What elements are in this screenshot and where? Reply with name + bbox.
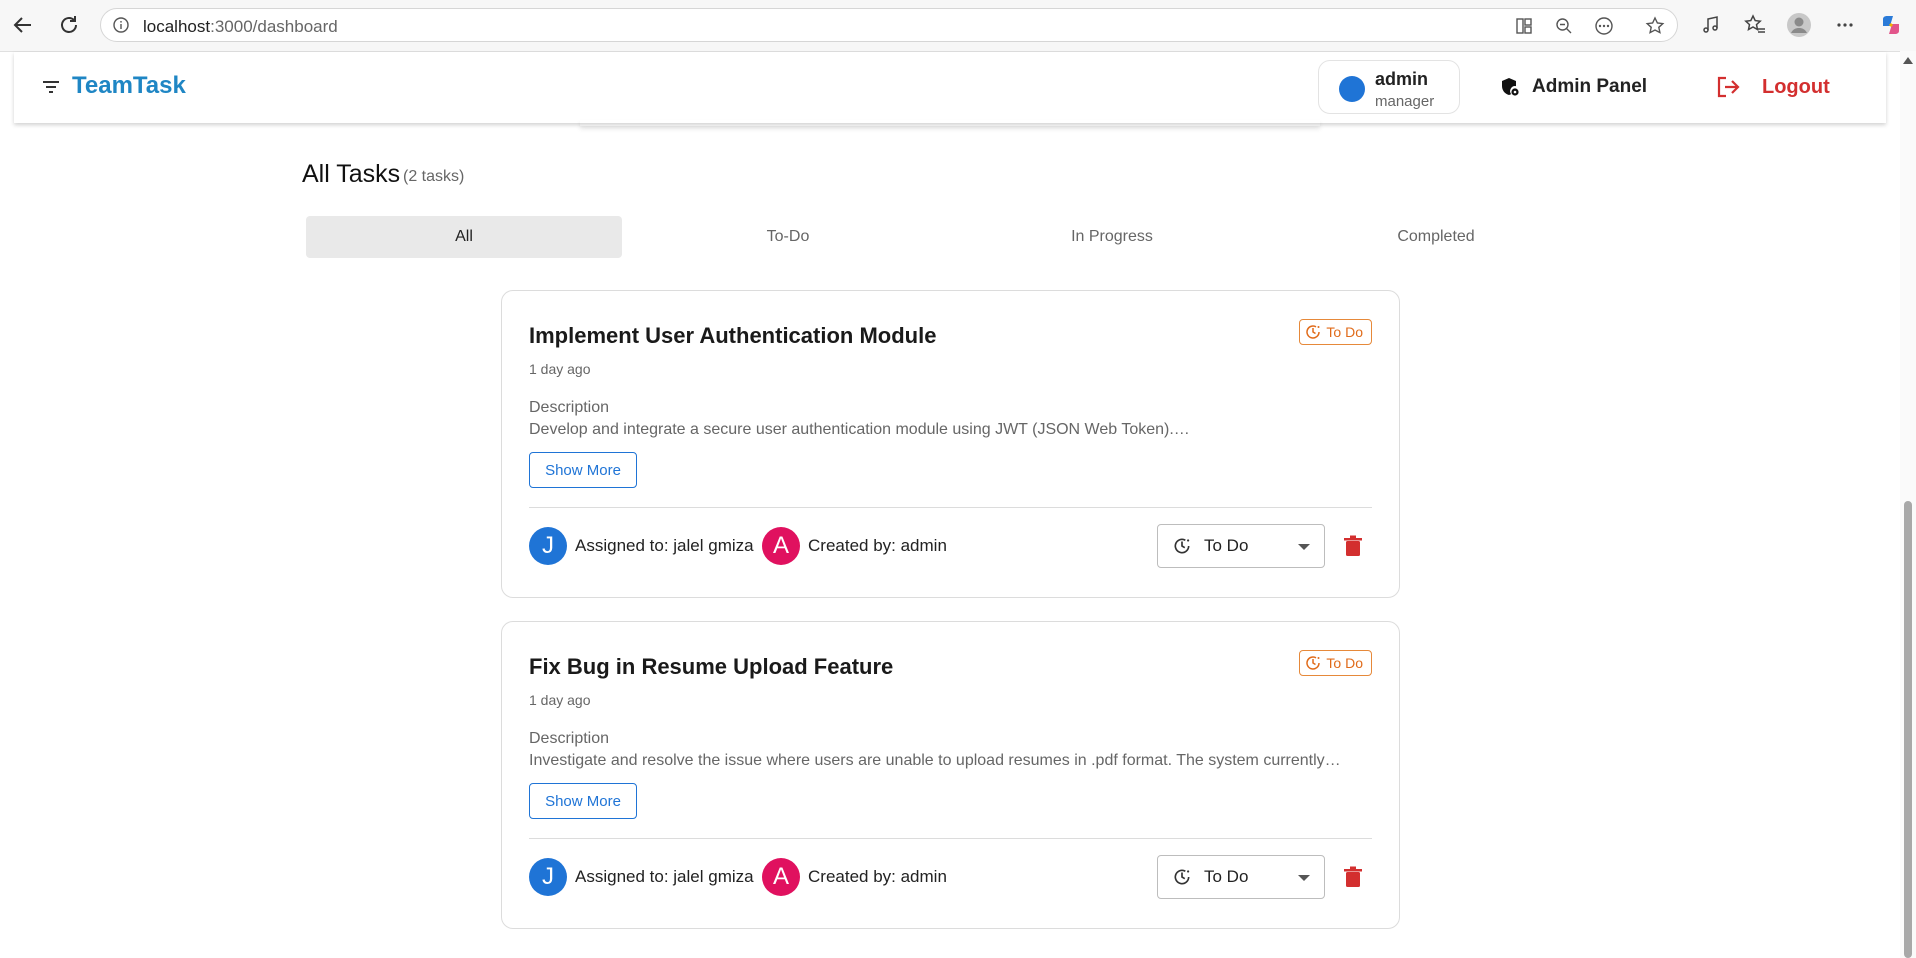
profile-avatar-icon[interactable] — [1786, 12, 1812, 38]
logout-icon — [1717, 76, 1740, 98]
header-dropdown-shadow — [580, 120, 1320, 126]
tab-all[interactable]: All — [306, 216, 622, 258]
page-scrollbar[interactable] — [1900, 51, 1916, 958]
show-more-button[interactable]: Show More — [529, 452, 637, 488]
created-label: Created by: admin — [808, 536, 947, 555]
pending-clock-icon — [1306, 325, 1321, 339]
favorites-icon[interactable] — [1742, 12, 1768, 38]
assignee-avatar: J — [529, 527, 567, 565]
admin-shield-icon — [1502, 78, 1519, 96]
tab-in-progress[interactable]: In Progress — [954, 216, 1270, 258]
status-select[interactable]: To Do — [1157, 524, 1325, 568]
site-info-icon[interactable] — [113, 17, 129, 33]
reload-button[interactable] — [54, 10, 84, 40]
tab-completed[interactable]: Completed — [1278, 216, 1594, 258]
chevron-down-icon — [1298, 544, 1310, 550]
brand-logo[interactable]: TeamTask — [72, 72, 186, 100]
assigned-to: J Assigned to: jalel gmiza — [529, 527, 754, 565]
show-more-button[interactable]: Show More — [529, 783, 637, 819]
app-available-icon[interactable] — [1513, 15, 1535, 37]
status-select-value: To Do — [1204, 536, 1249, 555]
back-arrow-icon — [13, 17, 31, 33]
status-badge: To Do — [1299, 319, 1372, 345]
status-tabs: All To-Do In Progress Completed — [306, 216, 1606, 258]
pending-clock-icon — [1172, 866, 1194, 888]
copilot-icon[interactable] — [1878, 12, 1904, 38]
pending-clock-icon — [1306, 656, 1321, 670]
task-card: Fix Bug in Resume Upload Feature 1 day a… — [501, 621, 1400, 929]
status-select-value: To Do — [1204, 867, 1249, 886]
delete-icon[interactable] — [1343, 866, 1363, 888]
status-badge-label: To Do — [1326, 324, 1363, 340]
url-text: localhost:3000/dashboard — [143, 17, 338, 37]
chevron-down-icon — [1298, 875, 1310, 881]
url-path: :3000/dashboard — [210, 17, 338, 36]
media-icon[interactable] — [1698, 12, 1724, 38]
admin-panel-label: Admin Panel — [1532, 76, 1648, 97]
tab-to-do[interactable]: To-Do — [630, 216, 946, 258]
app-header: TeamTask admin manager Admin Panel Logou… — [14, 52, 1886, 123]
creator-avatar: A — [762, 858, 800, 896]
task-time: 1 day ago — [529, 361, 591, 377]
logout-label: Logout — [1762, 75, 1830, 98]
browser-toolbar: localhost:3000/dashboard — [0, 0, 1916, 52]
delete-icon[interactable] — [1343, 535, 1363, 557]
assignee-avatar: J — [529, 858, 567, 896]
creator-avatar: A — [762, 527, 800, 565]
back-button[interactable] — [8, 10, 38, 40]
settings-more-icon[interactable] — [1832, 12, 1858, 38]
scroll-up-arrow[interactable] — [1903, 57, 1913, 64]
task-title: Implement User Authentication Module — [529, 323, 937, 348]
task-title: Fix Bug in Resume Upload Feature — [529, 654, 894, 679]
address-bar[interactable]: localhost:3000/dashboard — [100, 8, 1678, 42]
pending-clock-icon — [1172, 535, 1194, 557]
reload-icon — [61, 16, 77, 33]
assigned-label: Assigned to: jalel gmiza — [575, 867, 754, 886]
user-chip[interactable]: admin manager — [1318, 60, 1460, 114]
filter-menu-icon[interactable] — [42, 80, 60, 94]
favorite-star-icon[interactable] — [1644, 15, 1666, 37]
scroll-thumb[interactable] — [1904, 501, 1912, 958]
status-select[interactable]: To Do — [1157, 855, 1325, 899]
logout-button[interactable]: Logout — [1716, 72, 1830, 102]
created-by: A Created by: admin — [762, 527, 947, 565]
zoom-out-icon[interactable] — [1553, 15, 1575, 37]
created-label: Created by: admin — [808, 867, 947, 886]
assigned-label: Assigned to: jalel gmiza — [575, 536, 754, 555]
description-text: Develop and integrate a secure user auth… — [529, 421, 1190, 438]
admin-panel-button[interactable]: Admin Panel — [1500, 72, 1647, 102]
status-badge-label: To Do — [1326, 655, 1363, 671]
task-count: (2 tasks) — [403, 168, 465, 185]
assigned-to: J Assigned to: jalel gmiza — [529, 858, 754, 896]
card-divider — [529, 507, 1372, 508]
user-name: admin — [1375, 69, 1429, 89]
description-label: Description — [529, 730, 610, 747]
more-page-icon[interactable] — [1593, 15, 1615, 37]
status-badge: To Do — [1299, 650, 1372, 676]
description-label: Description — [529, 399, 610, 416]
task-card: Implement User Authentication Module 1 d… — [501, 290, 1400, 598]
description-text: Investigate and resolve the issue where … — [529, 752, 1341, 769]
url-host: localhost — [143, 17, 211, 36]
created-by: A Created by: admin — [762, 858, 947, 896]
page-title: All Tasks — [302, 160, 401, 188]
card-divider — [529, 838, 1372, 839]
task-time: 1 day ago — [529, 692, 591, 708]
user-avatar — [1339, 76, 1365, 102]
user-role: manager — [1375, 93, 1435, 110]
